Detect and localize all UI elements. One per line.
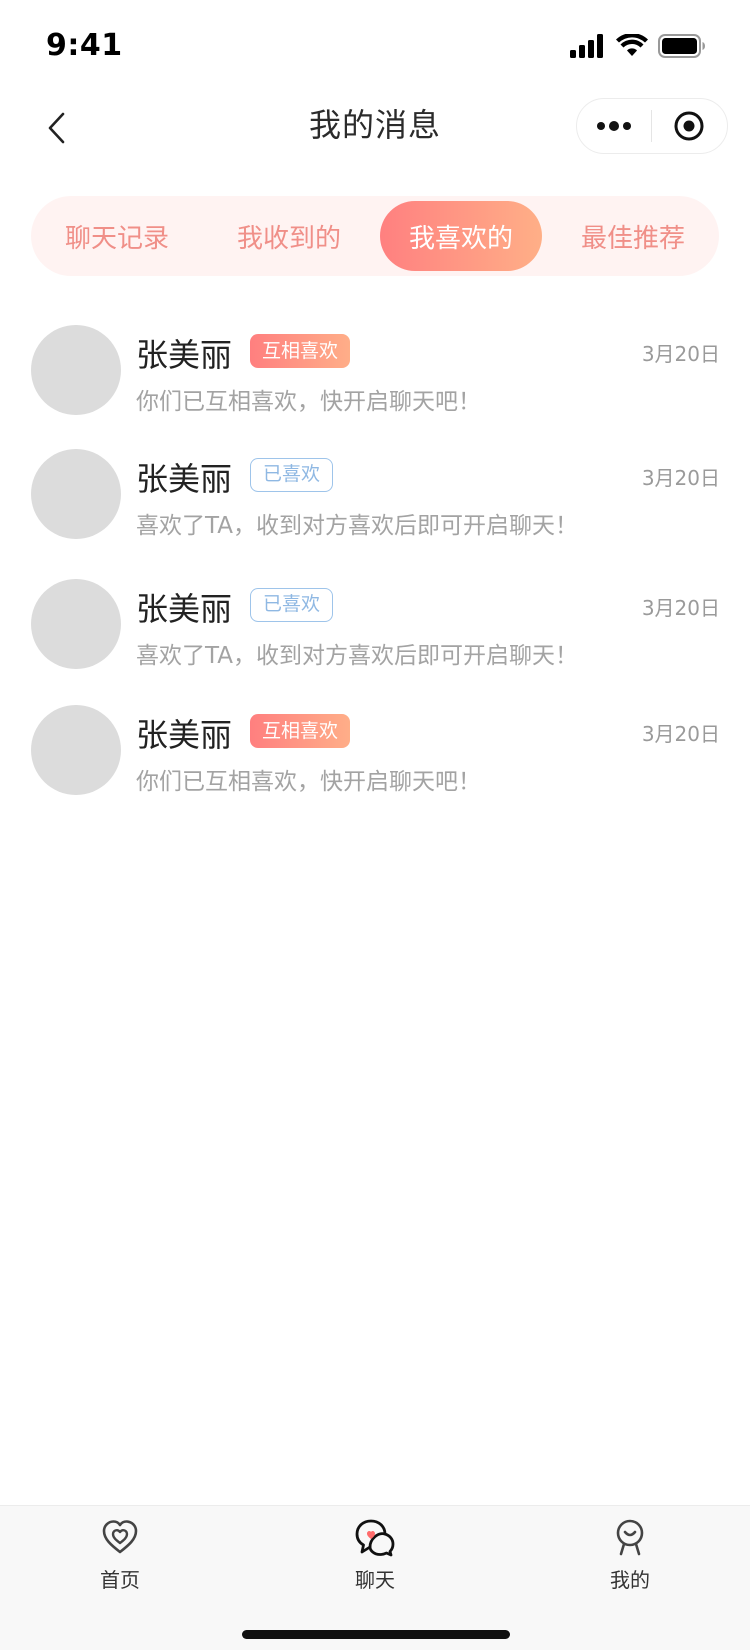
message-date: 3月20日 bbox=[641, 466, 720, 490]
status-bar: 9:41 bbox=[0, 0, 750, 90]
message-date: 3月20日 bbox=[641, 596, 720, 620]
mini-program-capsule bbox=[576, 98, 728, 154]
message-date: 3月20日 bbox=[641, 722, 720, 746]
tabbar-label: 我的 bbox=[610, 1568, 650, 1592]
tabbar-item-home[interactable]: 首页 bbox=[60, 1516, 180, 1596]
avatar[interactable] bbox=[31, 325, 121, 415]
message-preview: 你们已互相喜欢，快开启聊天吧！ bbox=[136, 389, 481, 415]
tab-i-liked[interactable]: 我喜欢的 bbox=[380, 201, 542, 271]
battery-icon bbox=[658, 34, 706, 62]
signal-icon bbox=[570, 34, 606, 62]
status-time: 9:41 bbox=[46, 28, 123, 63]
avatar[interactable] bbox=[31, 705, 121, 795]
message-date: 3月20日 bbox=[641, 342, 720, 366]
list-item[interactable]: 张美丽 已喜欢 3月20日 喜欢了TA，收到对方喜欢后即可开启聊天！ bbox=[0, 554, 750, 669]
avatar[interactable] bbox=[31, 449, 121, 539]
list-item[interactable]: 张美丽 互相喜欢 3月20日 你们已互相喜欢，快开启聊天吧！ bbox=[0, 680, 750, 795]
more-button[interactable] bbox=[577, 99, 651, 153]
status-badge: 互相喜欢 bbox=[250, 334, 351, 368]
tabbar-label: 聊天 bbox=[355, 1568, 395, 1592]
home-indicator bbox=[242, 1630, 510, 1639]
wifi-icon bbox=[616, 33, 648, 62]
message-preview: 喜欢了TA，收到对方喜欢后即可开启聊天！ bbox=[136, 643, 578, 669]
tab-received[interactable]: 我收到的 bbox=[208, 201, 370, 271]
message-tabs: 聊天记录 我收到的 我喜欢的 最佳推荐 bbox=[31, 196, 719, 276]
contact-name: 张美丽 bbox=[136, 590, 233, 628]
heart-home-icon bbox=[99, 1516, 141, 1558]
status-badge: 已喜欢 bbox=[250, 458, 334, 492]
more-dots-icon bbox=[597, 121, 631, 131]
status-icons bbox=[570, 33, 706, 62]
bottom-tab-bar: 首页 聊天 我的 bbox=[0, 1505, 750, 1650]
tabbar-item-chat[interactable]: 聊天 bbox=[315, 1516, 435, 1596]
profile-icon bbox=[609, 1516, 651, 1558]
tab-best-recommend[interactable]: 最佳推荐 bbox=[552, 201, 714, 271]
tabbar-item-me[interactable]: 我的 bbox=[570, 1516, 690, 1596]
close-mini-program-button[interactable] bbox=[652, 99, 726, 153]
status-badge: 互相喜欢 bbox=[250, 714, 351, 748]
contact-name: 张美丽 bbox=[136, 460, 233, 498]
list-item[interactable]: 张美丽 已喜欢 3月20日 喜欢了TA，收到对方喜欢后即可开启聊天！ bbox=[0, 424, 750, 539]
navigation-bar: 我的消息 bbox=[0, 90, 750, 178]
contact-name: 张美丽 bbox=[136, 336, 233, 374]
message-preview: 喜欢了TA，收到对方喜欢后即可开启聊天！ bbox=[136, 513, 578, 539]
avatar[interactable] bbox=[31, 579, 121, 669]
status-badge: 已喜欢 bbox=[250, 588, 334, 622]
tabbar-label: 首页 bbox=[100, 1568, 140, 1592]
contact-name: 张美丽 bbox=[136, 716, 233, 754]
target-circle-icon bbox=[674, 111, 704, 141]
chat-bubble-icon bbox=[354, 1516, 396, 1558]
tab-chat-history[interactable]: 聊天记录 bbox=[36, 201, 198, 271]
list-item[interactable]: 张美丽 互相喜欢 3月20日 你们已互相喜欢，快开启聊天吧！ bbox=[0, 300, 750, 415]
message-preview: 你们已互相喜欢，快开启聊天吧！ bbox=[136, 769, 481, 795]
